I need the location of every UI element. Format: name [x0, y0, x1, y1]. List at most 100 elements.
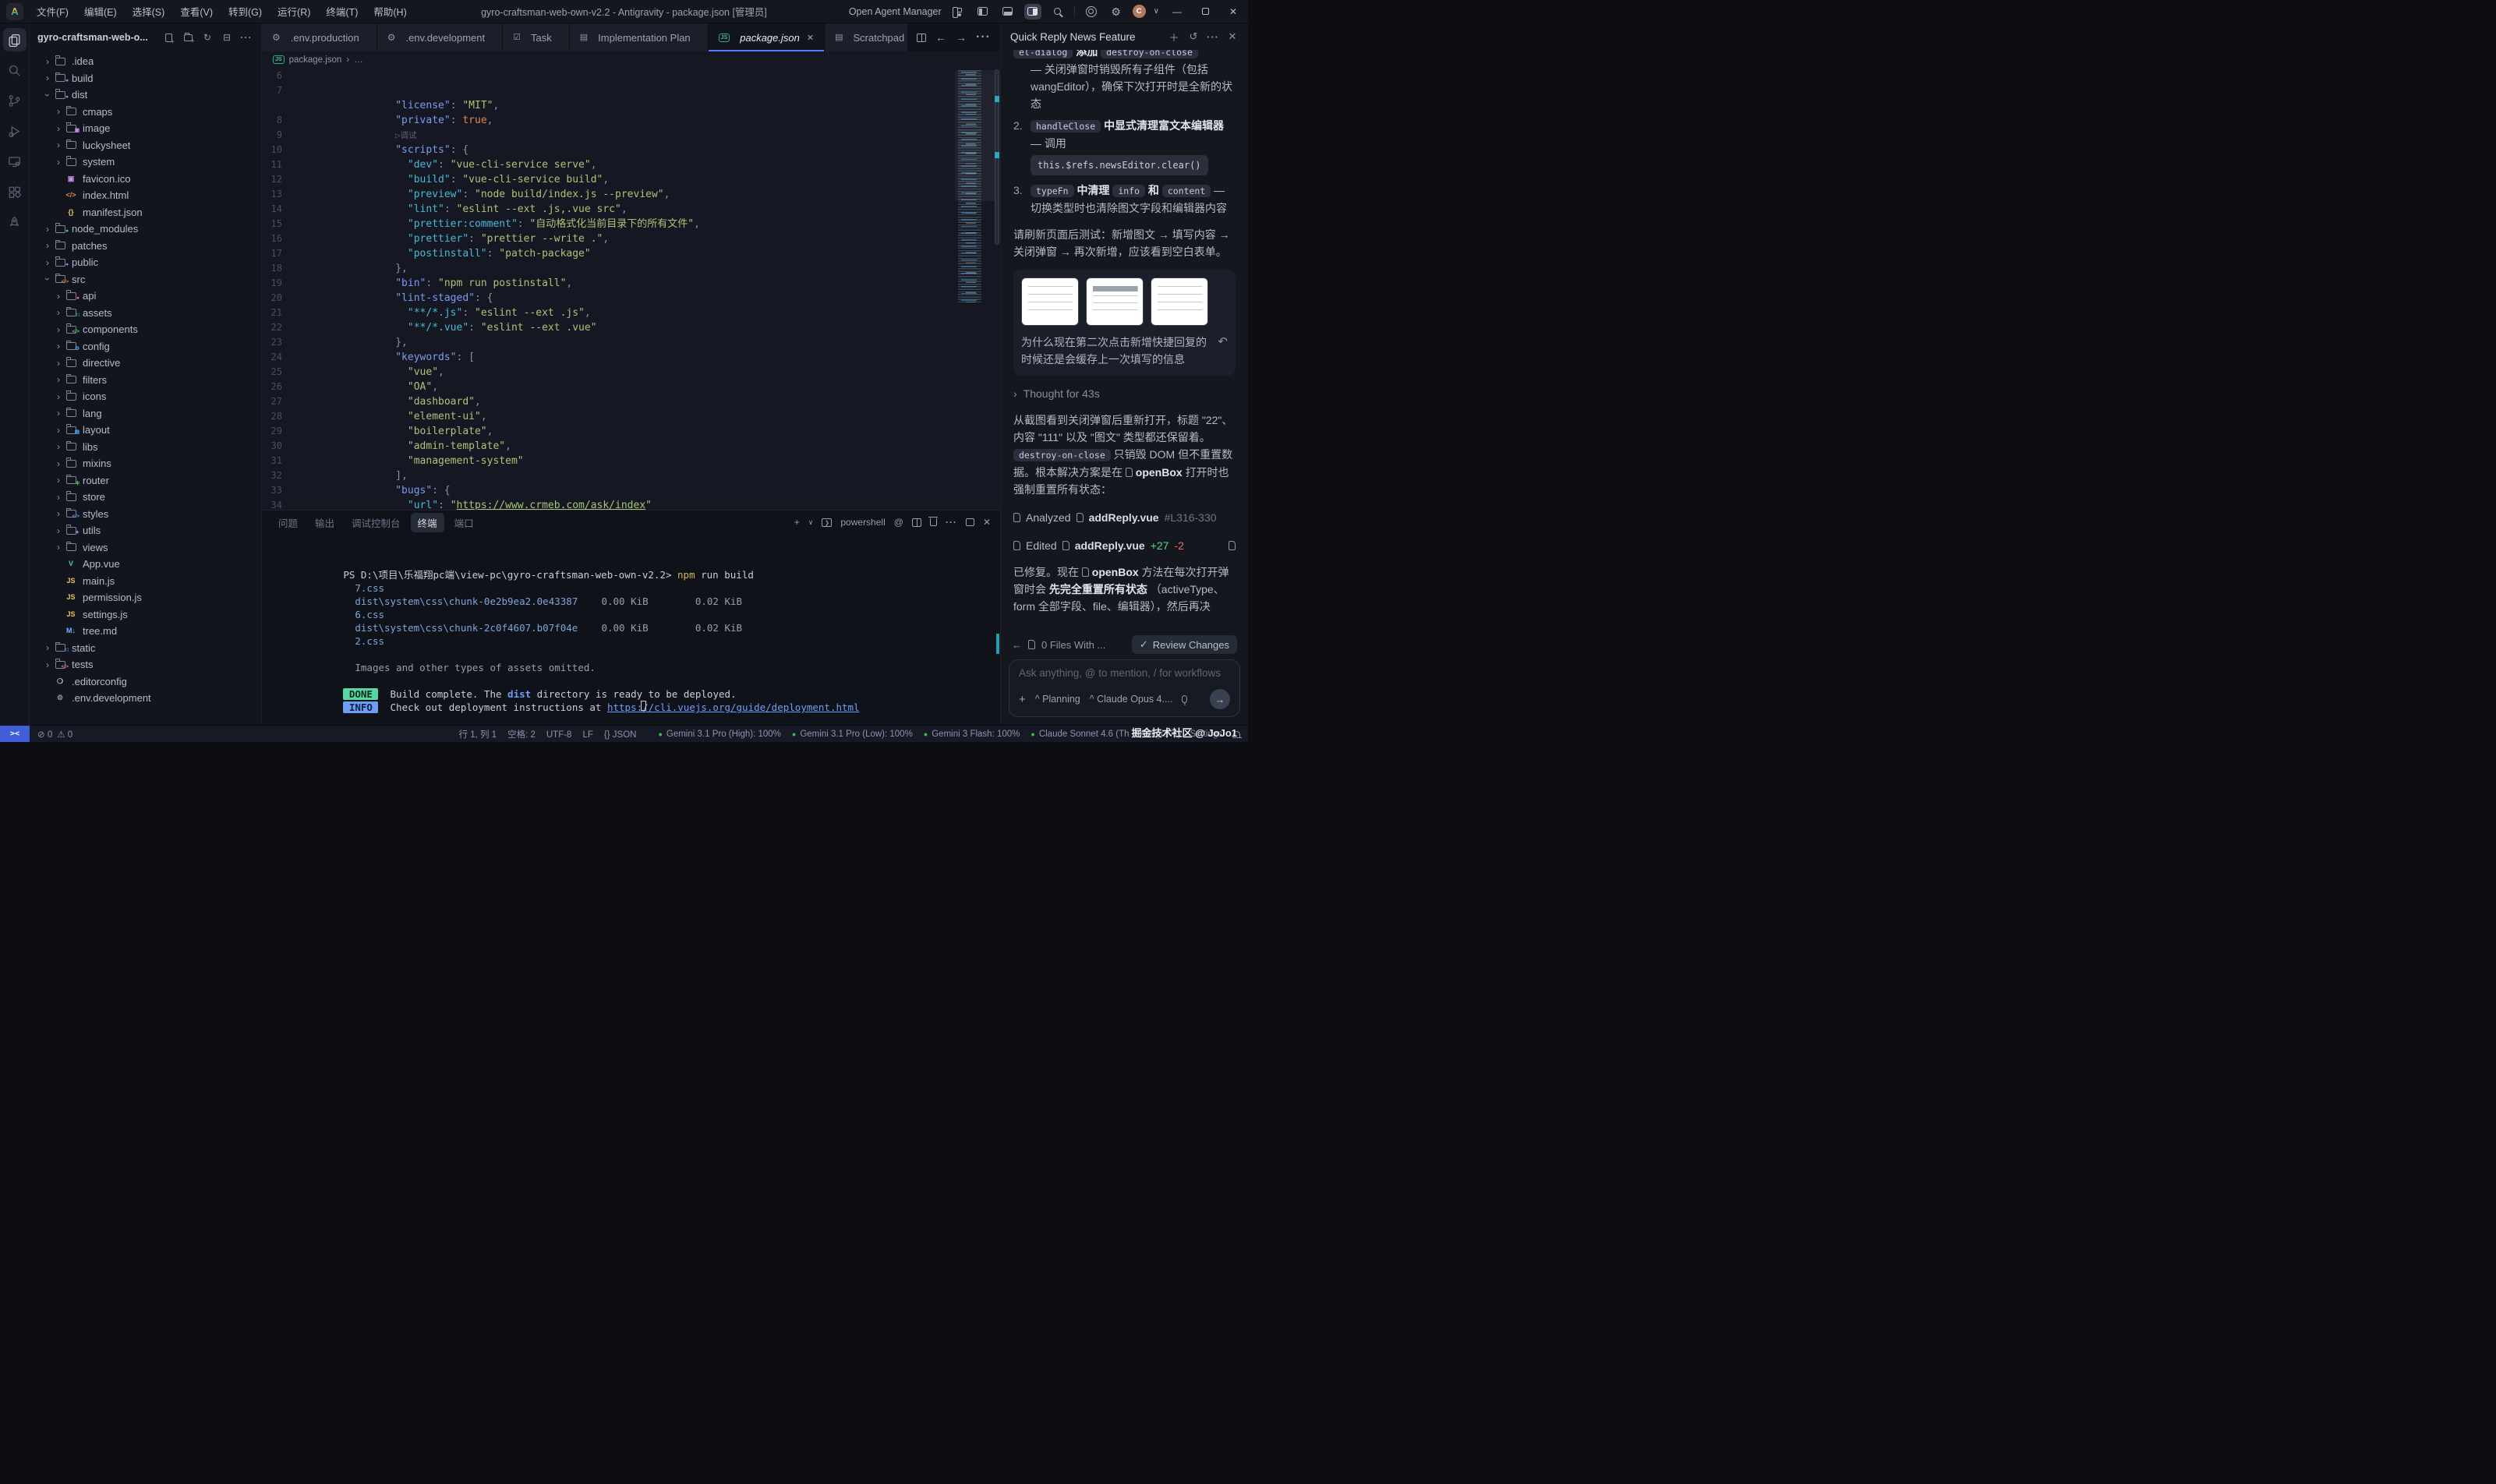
close-button[interactable]: ✕ — [1223, 3, 1243, 20]
tree-item[interactable]: ∷ assets — [30, 305, 261, 322]
nav-forward-icon[interactable]: → — [956, 31, 967, 44]
menu-item[interactable]: 帮助(H) — [366, 2, 413, 21]
panel-tab[interactable]: 端口 — [447, 513, 481, 532]
customize-layout-icon[interactable] — [949, 4, 967, 19]
tree-item[interactable]: .idea — [30, 53, 261, 70]
minimap[interactable] — [956, 70, 991, 302]
tree-item[interactable]: directive — [30, 355, 261, 372]
tree-item[interactable]: lang — [30, 405, 261, 422]
new-conversation-icon[interactable]: ＋ — [1168, 30, 1180, 44]
tree-item[interactable]: </> components — [30, 321, 261, 338]
tree-item[interactable]: M↓ tree.md — [30, 623, 261, 640]
model-quota[interactable]: Claude Sonnet 4.6 (Th — [1031, 730, 1129, 739]
status-item[interactable]: UTF-8 — [546, 730, 572, 740]
explorer-icon[interactable] — [3, 28, 27, 51]
split-terminal-icon[interactable] — [912, 518, 921, 527]
tree-item[interactable]: ● api — [30, 288, 261, 305]
thought-toggle[interactable]: › Thought for 43s — [1013, 385, 1236, 402]
menu-item[interactable]: 编辑(E) — [77, 2, 124, 21]
account-chevron-icon[interactable]: ∨ — [1154, 7, 1159, 16]
tree-item[interactable]: ● public — [30, 254, 261, 271]
send-button[interactable]: → — [1210, 689, 1230, 709]
menu-item[interactable]: 文件(F) — [30, 2, 76, 21]
editor-tab[interactable]: Scratchpad — [825, 23, 907, 51]
analyzed-file-row[interactable]: Analyzed addReply.vue #L316-330 — [1013, 509, 1236, 526]
search-icon[interactable] — [1049, 4, 1066, 19]
mode-selector[interactable]: ^ Planning — [1035, 694, 1080, 705]
search-sidebar-icon[interactable] — [3, 58, 27, 82]
terminal-mention-icon[interactable]: @ — [894, 517, 903, 528]
panel-tab[interactable]: 调试控制台 — [345, 513, 408, 532]
browser-icon[interactable] — [1083, 4, 1100, 19]
agent-more-icon[interactable]: ··· — [1207, 31, 1219, 43]
tree-item[interactable]: system — [30, 154, 261, 171]
kill-terminal-icon[interactable] — [930, 518, 937, 526]
remote-indicator[interactable]: >< — [0, 726, 30, 742]
split-editor-icon[interactable] — [917, 34, 926, 42]
screenshot-thumbnail[interactable] — [1151, 277, 1208, 326]
tree-item[interactable]: ✦ utils — [30, 522, 261, 539]
menu-item[interactable]: 转到(G) — [221, 2, 269, 21]
shell-label[interactable]: powershell — [840, 517, 885, 528]
agent-input-box[interactable]: Ask anything, @ to mention, / for workfl… — [1009, 659, 1240, 717]
attach-icon[interactable]: + — [1019, 693, 1026, 706]
tab-close-icon[interactable]: ✕ — [807, 33, 814, 43]
maximize-button[interactable] — [1195, 3, 1215, 20]
toggle-bottom-panel-icon[interactable] — [999, 4, 1016, 19]
tree-item[interactable]: </> tests — [30, 656, 261, 673]
tree-item[interactable]: </> src — [30, 271, 261, 288]
explorer-more-icon[interactable]: ··· — [239, 30, 253, 44]
new-file-icon[interactable] — [161, 30, 175, 44]
close-panel-icon[interactable]: ✕ — [983, 517, 991, 528]
editor-tab[interactable]: .env.development — [377, 23, 503, 51]
tree-item[interactable]: views — [30, 539, 261, 556]
panel-tab[interactable]: 输出 — [308, 513, 341, 532]
retry-icon[interactable]: ↶ — [1218, 334, 1228, 351]
errors-icon[interactable]: ⊘ 0 — [37, 729, 52, 740]
tree-item[interactable]: ● build — [30, 70, 261, 87]
tree-item[interactable]: ▤ layout — [30, 422, 261, 439]
menu-item[interactable]: 查看(V) — [173, 2, 220, 21]
tree-item[interactable]: cmaps — [30, 104, 261, 121]
breadcrumb-file[interactable]: package.json — [289, 55, 342, 65]
screenshot-thumbnail[interactable] — [1021, 277, 1079, 326]
tree-item[interactable]: {} manifest.json — [30, 204, 261, 221]
maximize-panel-icon[interactable] — [966, 518, 974, 526]
status-item[interactable]: {} JSON — [604, 730, 637, 740]
extensions-icon[interactable] — [3, 180, 27, 203]
new-terminal-icon[interactable]: + — [794, 517, 800, 528]
status-item[interactable]: 行 1, 列 1 — [459, 730, 497, 740]
editor-tab[interactable]: package.json ✕ — [709, 23, 825, 51]
user-message-card[interactable]: 为什么现在第二次点击新增快捷回复的时候还是会缓存上一次填写的信息 ↶ — [1013, 270, 1236, 376]
tree-item[interactable]: JS main.js — [30, 573, 261, 590]
run-debug-icon[interactable] — [3, 119, 27, 143]
tree-item[interactable]: ▣ image — [30, 120, 261, 137]
editor-scrollbar[interactable] — [994, 68, 1000, 510]
editor-tab[interactable]: .env.production — [262, 23, 377, 51]
toggle-left-panel-icon[interactable] — [974, 4, 992, 19]
source-control-icon[interactable] — [3, 89, 27, 112]
tree-item[interactable]: ● node_modules — [30, 221, 261, 238]
tree-item[interactable]: ∷ static — [30, 640, 261, 657]
model-selector[interactable]: ^ Claude Opus 4.... — [1090, 694, 1173, 705]
tree-item[interactable]: ⚙ .env.development — [30, 690, 261, 707]
tree-item[interactable]: filters — [30, 372, 261, 389]
history-icon[interactable]: ↺ — [1187, 30, 1200, 43]
file-link[interactable]: openBox — [1092, 566, 1139, 578]
files-changed-label[interactable]: 0 Files With ... — [1041, 639, 1105, 651]
tree-item[interactable]: patches — [30, 238, 261, 255]
terminal-output[interactable]: PS D:\项目\乐福翔pc端\view-pc\gyro-craftsman-w… — [262, 534, 1000, 725]
menu-item[interactable]: 选择(S) — [126, 2, 172, 21]
back-arrow-icon[interactable]: ← — [1012, 639, 1022, 651]
toggle-right-panel-icon[interactable] — [1024, 4, 1041, 19]
agent-conversation[interactable]: el-dialog 添加 destroy-on-close — 关闭弹窗时销毁所… — [1001, 50, 1248, 633]
menu-item[interactable]: 终端(T) — [319, 2, 365, 21]
panel-tab[interactable]: 问题 — [271, 513, 305, 532]
model-quota[interactable]: Gemini 3.1 Pro (Low): 100% — [792, 730, 913, 739]
screenshot-thumbnail[interactable] — [1086, 277, 1144, 326]
editor-tab[interactable]: Implementation Plan — [570, 23, 709, 51]
close-agent-panel-icon[interactable]: ✕ — [1226, 30, 1239, 43]
editor-more-icon[interactable]: ··· — [976, 30, 991, 44]
tree-item[interactable]: icons — [30, 388, 261, 405]
tree-item[interactable]: libs — [30, 439, 261, 456]
